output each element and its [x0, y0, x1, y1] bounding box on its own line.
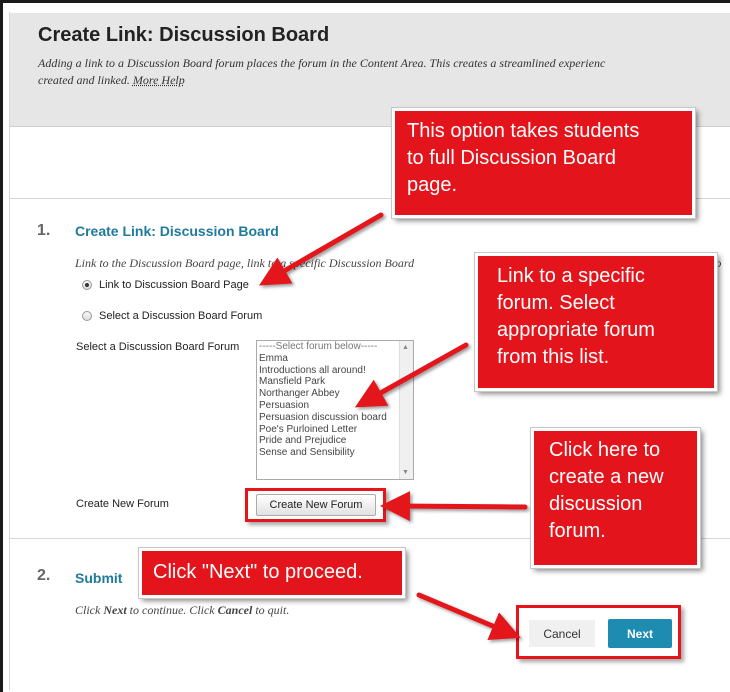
step-2-title: Submit [75, 570, 123, 586]
forum-option[interactable]: Emma [257, 353, 413, 365]
scroll-up-icon[interactable]: ▲ [402, 344, 409, 351]
select-forum-label: Select a Discussion Board Forum [76, 341, 240, 353]
listbox-scrollbar[interactable]: ▲ ▼ [399, 341, 413, 479]
step-1-title: Create Link: Discussion Board [75, 223, 279, 239]
forum-listbox[interactable]: -----Select forum below----- Emma Introduc… [256, 340, 414, 480]
highlight-submit-buttons [516, 605, 681, 659]
radio-unselected-icon[interactable] [82, 311, 92, 321]
instr-part: to continue. Click [126, 603, 218, 617]
radio-select-forum[interactable]: Select a Discussion Board Forum [82, 310, 262, 322]
more-help-link[interactable]: More Help [133, 73, 185, 87]
forum-option[interactable]: Persuasion discussion board [257, 412, 413, 424]
callout-specific-forum: Link to a specific forum. Select appropr… [474, 252, 718, 392]
callout-line: to full Discussion Board [407, 147, 616, 169]
callout-line: page. [407, 174, 458, 196]
step-2-instruction: Click Next to continue. Click Cancel to … [75, 603, 289, 618]
callout-line: Link to a specific [497, 265, 645, 287]
step-1-instruction: Link to the Discussion Board page, link … [75, 256, 415, 270]
forum-option[interactable]: Mansfield Park [257, 376, 413, 388]
radio-select-forum-label: Select a Discussion Board Forum [99, 310, 263, 322]
page-description: Adding a link to a Discussion Board foru… [38, 55, 730, 89]
forum-option[interactable]: Persuasion [257, 400, 413, 412]
instr-cancel-word: Cancel [217, 603, 253, 617]
callout-line: Click "Next" to proceed. [153, 561, 363, 583]
callout-full-page: This option takes students to full Discu… [391, 107, 696, 219]
radio-selected-icon[interactable] [82, 280, 92, 290]
instr-next-word: Next [103, 603, 127, 617]
page-description-line-1: Adding a link to a Discussion Board foru… [38, 56, 606, 70]
callout-line: discussion [549, 493, 643, 515]
forum-option[interactable]: Pride and Prejudice [257, 435, 413, 447]
callout-next: Click "Next" to proceed. [138, 547, 406, 599]
callout-new-forum: Click here to create a new discussion fo… [530, 427, 701, 569]
callout-line: forum. Select [497, 292, 615, 314]
callout-line: from this list. [497, 346, 610, 368]
radio-link-discussion-board-page[interactable]: Link to Discussion Board Page [82, 279, 249, 291]
highlight-create-forum [245, 488, 386, 522]
callout-line: This option takes students [407, 120, 640, 142]
instr-part: Click [75, 603, 104, 617]
page-description-line-2: created and linked. More Help [38, 72, 730, 89]
forum-option[interactable]: -----Select forum below----- [257, 341, 413, 353]
step-2-number: 2. [37, 567, 51, 584]
forum-option[interactable]: Northanger Abbey [257, 388, 413, 400]
forum-option[interactable]: Poe's Purloined Letter [257, 424, 413, 436]
forum-option[interactable]: Sense and Sensibility [257, 447, 413, 459]
page-title: Create Link: Discussion Board [38, 24, 330, 46]
step-1-number: 1. [37, 222, 51, 239]
callout-line: forum. [549, 520, 606, 542]
radio-link-page-label: Link to Discussion Board Page [99, 279, 249, 291]
callout-line: create a new [549, 466, 664, 488]
scroll-down-icon[interactable]: ▼ [402, 469, 409, 476]
page-description-text: created and linked. [38, 73, 130, 87]
create-new-forum-label: Create New Forum [76, 498, 169, 510]
callout-line: appropriate forum [497, 319, 655, 341]
instr-part: to quit. [252, 603, 290, 617]
callout-line: Click here to [549, 439, 661, 461]
forum-option[interactable]: Introductions all around! [257, 365, 413, 377]
